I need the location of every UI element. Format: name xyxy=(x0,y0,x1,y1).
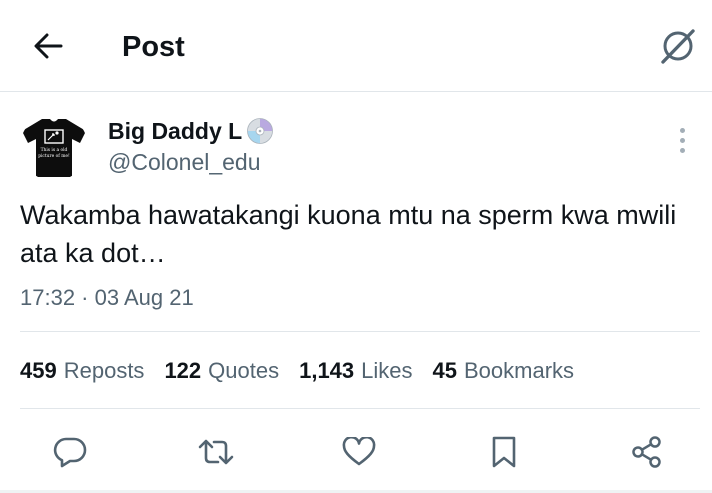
page-title: Post xyxy=(122,31,185,63)
grok-button[interactable] xyxy=(658,26,698,66)
stat-reposts[interactable]: 459 Reposts xyxy=(20,357,144,385)
stat-count: 45 xyxy=(432,358,457,383)
reply-icon xyxy=(53,437,87,468)
avatar[interactable]: This is a old picture of me! xyxy=(20,113,88,181)
stat-label: Quotes xyxy=(208,358,280,383)
action-bar xyxy=(0,424,712,476)
arrow-left-icon xyxy=(34,33,63,59)
like-button[interactable] xyxy=(339,432,379,472)
grok-icon xyxy=(661,29,695,64)
post-timestamp[interactable]: 17:32 · 03 Aug 21 xyxy=(20,285,194,311)
stat-count: 122 xyxy=(164,358,202,383)
stat-count: 1,143 xyxy=(299,358,355,383)
like-icon xyxy=(342,437,376,466)
display-name[interactable]: Big Daddy L xyxy=(108,117,242,145)
repost-icon xyxy=(198,439,234,465)
stat-label: Reposts xyxy=(63,358,145,383)
cd-disc-emoji xyxy=(247,118,274,144)
avatar-caption-line2: picture of me! xyxy=(38,154,70,159)
engagement-stats: 459 Reposts 122 Quotes 1,143 Likes 45 Bo… xyxy=(20,357,574,385)
more-options-button[interactable] xyxy=(672,126,692,154)
bookmark-icon xyxy=(492,436,516,468)
display-name-row[interactable]: Big Daddy L xyxy=(108,117,274,145)
stat-count: 459 xyxy=(20,358,57,383)
post-text: Wakamba hawatakangi kuona mtu na sperm k… xyxy=(20,200,677,268)
back-button[interactable] xyxy=(28,28,68,64)
dot-1 xyxy=(679,127,685,133)
avatar-caption-line1: This is a old xyxy=(41,148,68,153)
top-bar: Post xyxy=(0,0,712,92)
reply-button[interactable] xyxy=(50,432,90,472)
tshirt-avatar-image: This is a old picture of me! xyxy=(22,119,86,177)
stat-label: Likes xyxy=(361,358,413,383)
share-icon xyxy=(632,436,661,468)
user-handle[interactable]: @Colonel_edu xyxy=(108,148,261,176)
share-button[interactable] xyxy=(627,432,667,472)
dot-2 xyxy=(679,137,685,143)
divider xyxy=(20,331,700,332)
dot-3 xyxy=(679,147,685,153)
bookmark-button[interactable] xyxy=(484,432,524,472)
stat-label: Bookmarks xyxy=(464,358,575,383)
stat-quotes[interactable]: 122 Quotes xyxy=(164,357,279,385)
stat-likes[interactable]: 1,143 Likes xyxy=(299,357,412,385)
repost-button[interactable] xyxy=(196,432,236,472)
divider xyxy=(20,408,700,409)
stat-bookmarks[interactable]: 45 Bookmarks xyxy=(433,357,575,385)
